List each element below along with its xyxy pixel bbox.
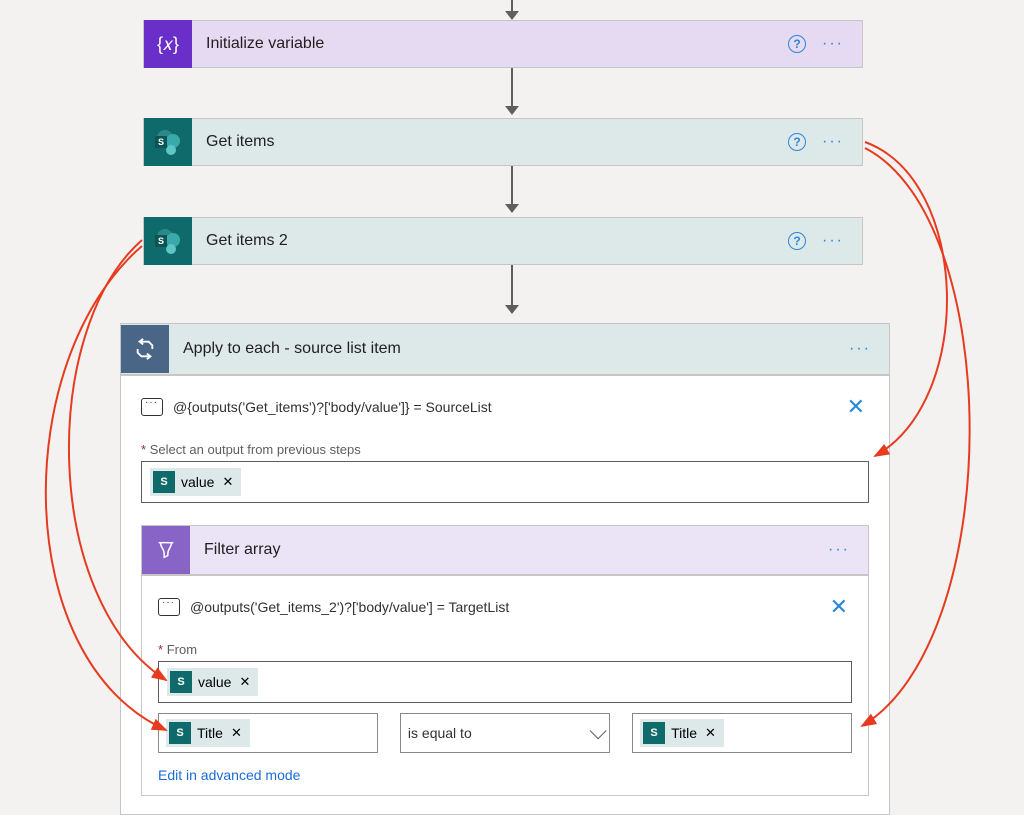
remove-token-icon[interactable]: ✕ — [229, 725, 244, 741]
token-value[interactable]: S value ✕ — [150, 468, 241, 496]
step-header[interactable]: Apply to each - source list item ··· — [121, 324, 889, 376]
remove-token-icon[interactable]: ✕ — [703, 725, 718, 741]
help-icon[interactable]: ? — [788, 35, 806, 53]
step-filter-array: Filter array ··· @outputs('Get_items_2')… — [141, 525, 869, 796]
step-title: Apply to each - source list item — [169, 340, 845, 358]
comment-text: @{outputs('Get_items')?['body/value']} =… — [173, 399, 833, 415]
comment-icon — [141, 398, 163, 416]
more-menu[interactable]: ··· — [824, 537, 854, 563]
token-title[interactable]: S Title ✕ — [166, 719, 250, 747]
loop-icon — [121, 325, 169, 373]
sharepoint-icon: S — [144, 217, 192, 265]
step-initialize-variable[interactable]: {𝑥} Initialize variable ? ··· — [143, 20, 863, 68]
close-comment-icon[interactable]: ✕ — [843, 390, 869, 424]
more-menu[interactable]: ··· — [818, 228, 848, 254]
edit-advanced-mode-link[interactable]: Edit in advanced mode — [158, 767, 852, 783]
sharepoint-icon: S — [144, 118, 192, 166]
more-menu[interactable]: ··· — [845, 336, 875, 362]
comment-icon — [158, 598, 180, 616]
condition-left-input[interactable]: S Title ✕ — [158, 713, 378, 753]
step-title: Filter array — [190, 541, 824, 559]
token-title[interactable]: S Title ✕ — [640, 719, 724, 747]
help-icon[interactable]: ? — [788, 133, 806, 151]
step-header[interactable]: Filter array ··· — [142, 526, 868, 576]
filter-icon — [142, 526, 190, 574]
sharepoint-token-icon: S — [169, 722, 191, 744]
step-get-items-2[interactable]: S Get items 2 ? ··· — [143, 217, 863, 265]
help-icon[interactable]: ? — [788, 232, 806, 250]
sharepoint-token-icon: S — [153, 471, 175, 493]
remove-token-icon[interactable]: ✕ — [220, 474, 235, 490]
condition-row: S Title ✕ is equal to S T — [158, 713, 852, 753]
step-get-items[interactable]: S Get items ? ··· — [143, 118, 863, 166]
comment-row: @outputs('Get_items_2')?['body/value'] =… — [158, 590, 852, 624]
more-menu[interactable]: ··· — [818, 31, 848, 57]
sharepoint-token-icon: S — [643, 722, 665, 744]
sharepoint-token-icon: S — [170, 671, 192, 693]
from-input[interactable]: S value ✕ — [158, 661, 852, 703]
condition-right-input[interactable]: S Title ✕ — [632, 713, 852, 753]
field-label: * From — [158, 642, 852, 657]
comment-row: @{outputs('Get_items')?['body/value']} =… — [141, 390, 869, 424]
variable-icon: {𝑥} — [144, 20, 192, 68]
close-comment-icon[interactable]: ✕ — [826, 590, 852, 624]
step-title: Get items 2 — [192, 232, 788, 250]
condition-operator-select[interactable]: is equal to — [400, 713, 610, 753]
flow-canvas: {𝑥} Initialize variable ? ··· S Get item… — [0, 0, 1024, 811]
remove-token-icon[interactable]: ✕ — [237, 674, 252, 690]
step-title: Initialize variable — [192, 35, 788, 53]
more-menu[interactable]: ··· — [818, 129, 848, 155]
token-value[interactable]: S value ✕ — [167, 668, 258, 696]
comment-text: @outputs('Get_items_2')?['body/value'] =… — [190, 599, 816, 615]
step-apply-to-each: Apply to each - source list item ··· @{o… — [120, 323, 890, 815]
step-title: Get items — [192, 133, 788, 151]
chevron-down-icon — [590, 722, 607, 739]
select-output-input[interactable]: S value ✕ — [141, 461, 869, 503]
field-label: * Select an output from previous steps — [141, 442, 869, 457]
